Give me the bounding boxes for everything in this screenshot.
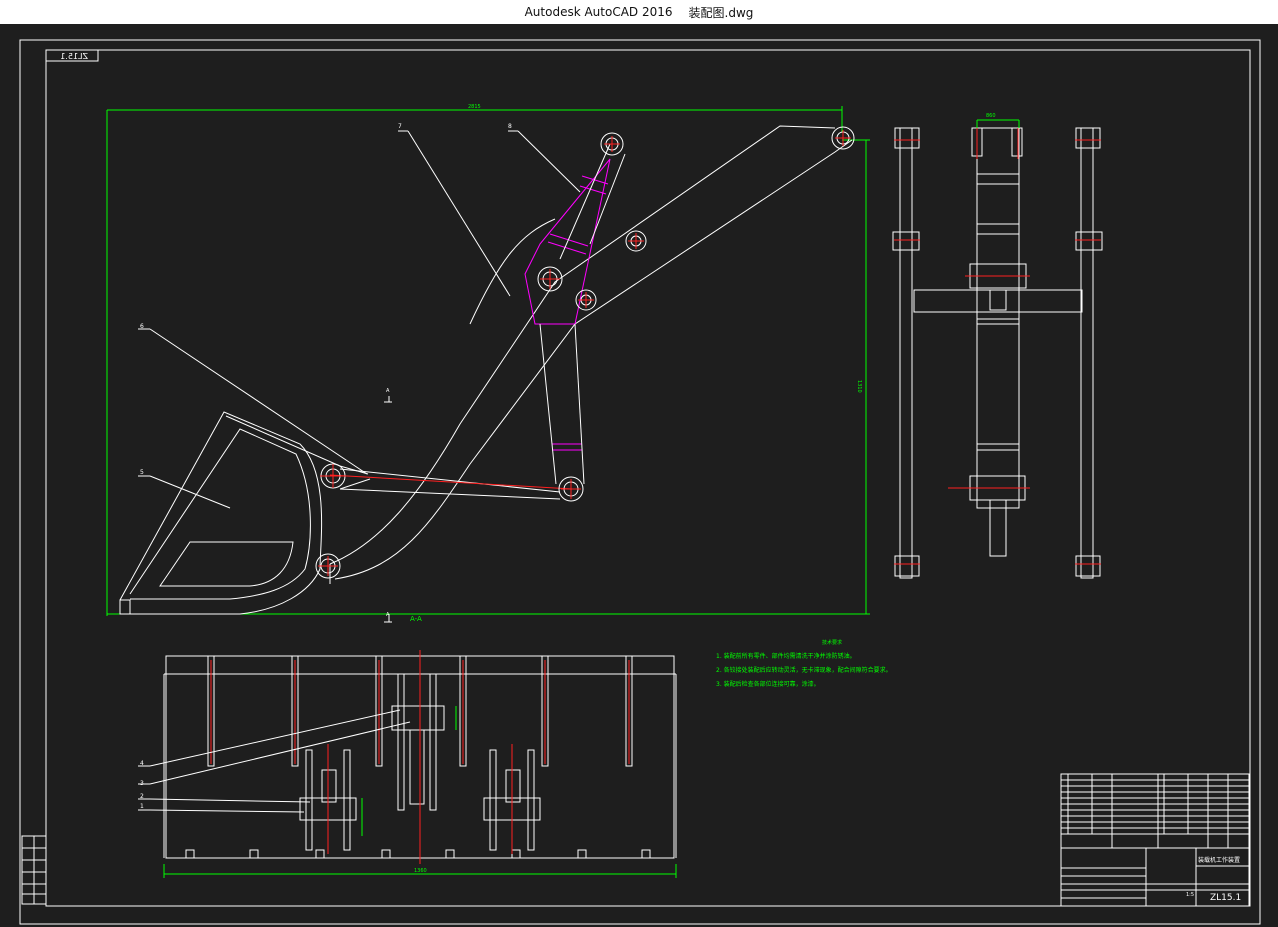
- linkage-centerline: [329, 474, 573, 490]
- drawing-canvas[interactable]: ZL15.1 2815 1310 7 8 6 5 A A A-A 860 4 3…: [0, 24, 1278, 927]
- title-block-name: 装载机工作装置: [1198, 856, 1240, 864]
- callout-leaders: [138, 130, 581, 509]
- sheet-inner-border: [45, 49, 1251, 907]
- callout-8: 8: [508, 123, 512, 130]
- title-block-scale: 1:5: [1186, 892, 1194, 898]
- note-3: 3. 装配后检查各部位连接可靠，涂漆。: [716, 680, 820, 688]
- sheet-code-text: ZL15.1: [60, 52, 88, 61]
- title-block-drawing-number: ZL15.1: [1210, 893, 1241, 903]
- app-title: Autodesk AutoCAD 2016: [524, 5, 673, 19]
- window-titlebar: Autodesk AutoCAD 2016 装配图.dwg: [0, 0, 1278, 24]
- callout-4: 4: [140, 760, 144, 767]
- callout-1: 1: [140, 803, 144, 810]
- main-dimension-lines: [106, 106, 870, 616]
- section-mark-top: [384, 396, 392, 403]
- pin-joints: [315, 126, 855, 579]
- note-1: 1. 装配前所有零件、部件均需清洗干净并涂防锈油。: [716, 652, 856, 660]
- tilt-link: [339, 468, 561, 500]
- callout-5: 5: [140, 469, 144, 476]
- callout-6: 6: [140, 323, 144, 330]
- sheet-outer-border: [19, 39, 1261, 925]
- section-mark-top-text: A: [386, 388, 390, 394]
- title-block[interactable]: [1060, 773, 1250, 907]
- note-2: 2. 各铰接处装配后应转动灵活，无卡滞现象，配合间隙符合要求。: [716, 666, 892, 674]
- dim-bottom-text: 1360: [414, 868, 427, 874]
- callout-3: 3: [140, 780, 144, 787]
- front-view[interactable]: [892, 119, 1103, 579]
- callout-7: 7: [398, 123, 402, 130]
- callout-2: 2: [140, 793, 144, 800]
- main-side-view[interactable]: 2815 1310 7 8 6 5 A A A-A: [106, 104, 870, 623]
- section-label: A-A: [410, 615, 422, 623]
- notes-title: 技术要求: [822, 639, 842, 646]
- dim-right-text: 1310: [856, 380, 862, 393]
- rocker-arm: [524, 158, 611, 451]
- left-margin-table: [21, 835, 47, 905]
- bucket-outline: [119, 411, 369, 615]
- boom-outline: [329, 125, 853, 584]
- section-mark-bottom-text: A: [386, 612, 390, 618]
- dim-side-top-text: 860: [986, 113, 996, 119]
- top-plan-view[interactable]: [138, 650, 677, 878]
- file-name: 装配图.dwg: [688, 5, 754, 20]
- tilt-cylinder-rod: [539, 143, 626, 485]
- dim-top-text: 2815: [468, 104, 481, 110]
